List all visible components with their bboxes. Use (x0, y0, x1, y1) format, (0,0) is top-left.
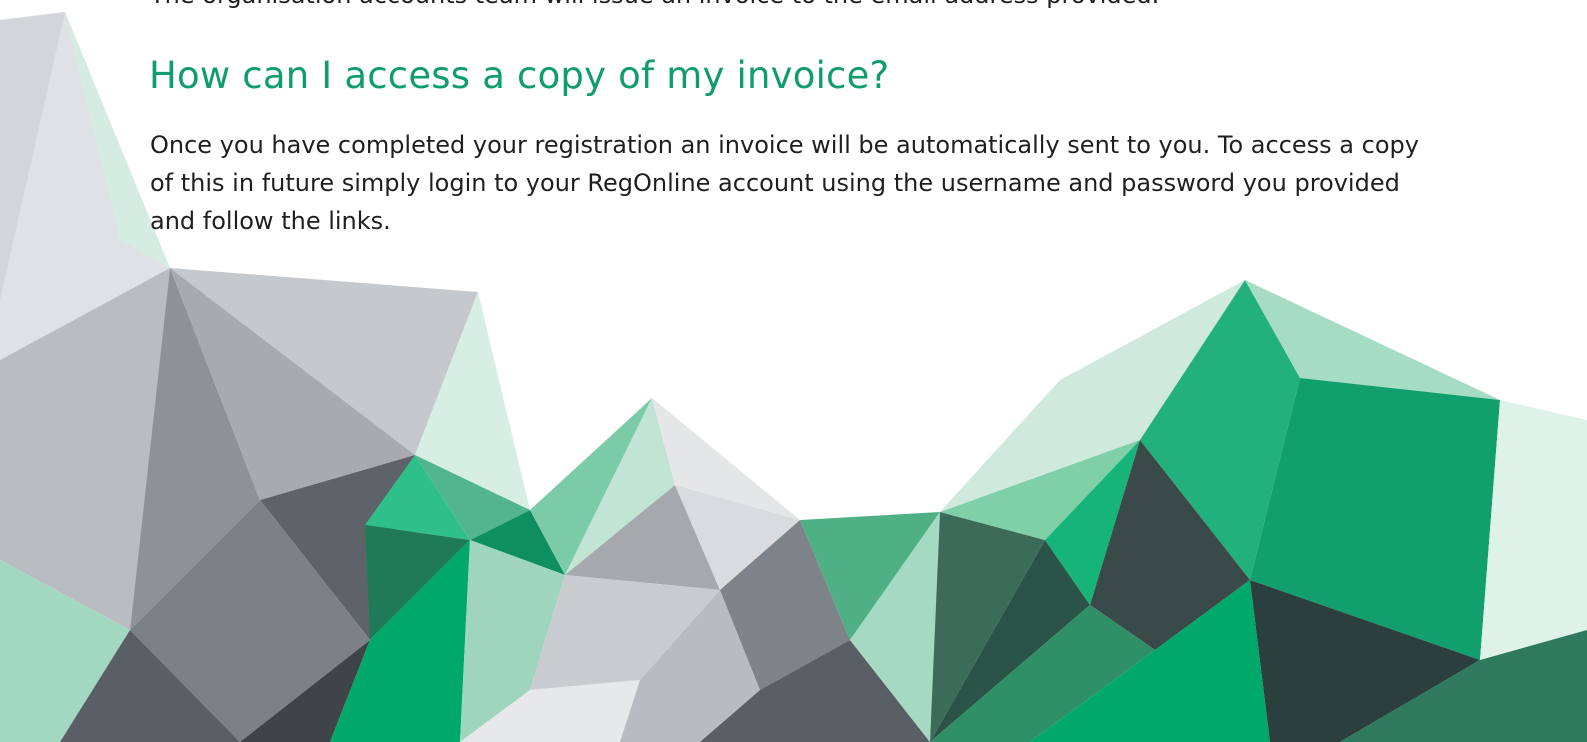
polygon-mountains-background (0, 12, 1587, 742)
faq-answer-paragraph: Once you have completed your registratio… (150, 131, 1419, 235)
faq-question-heading: How can I access a copy of my invoice? (149, 54, 890, 97)
cutoff-text-line: The organisation accounts team will issu… (150, 0, 1450, 10)
